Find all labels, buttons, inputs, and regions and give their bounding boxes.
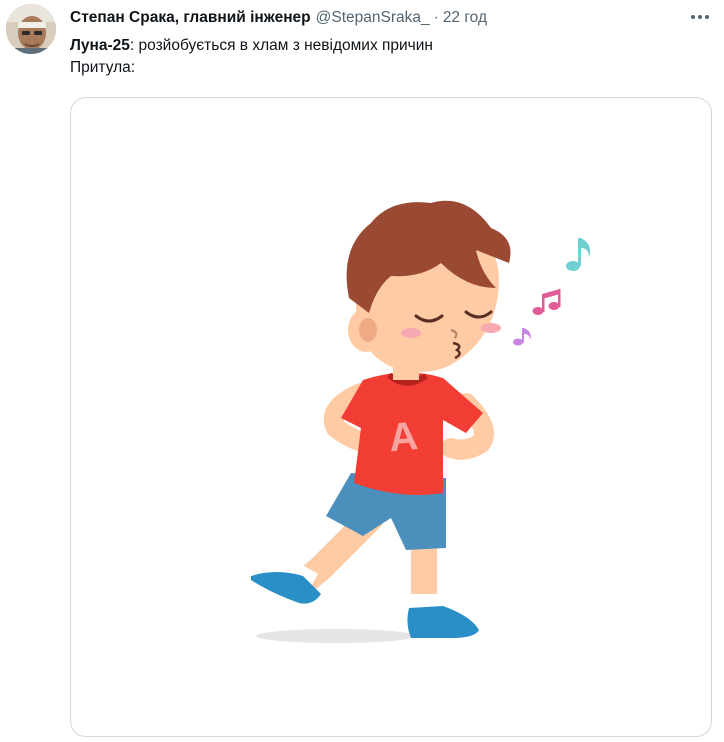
right-shoe	[407, 606, 479, 638]
timestamp[interactable]: 22 год	[443, 9, 487, 27]
note-purple	[513, 328, 531, 346]
ear-inner	[359, 318, 377, 342]
avatar-image	[6, 4, 56, 54]
right-sock	[411, 594, 439, 606]
tweet-text-rest: : розйобується в хлам з невідомих причин	[129, 37, 433, 54]
note-pink	[532, 289, 561, 315]
ground-shadow	[256, 629, 416, 643]
tweet-text-line-1: Луна-25: розйобується в хлам з невідомих…	[70, 35, 710, 57]
media-illustration: A	[251, 200, 590, 643]
author-name[interactable]: Степан Срака, главний інженер	[70, 9, 311, 27]
tweet-text: Луна-25: розйобується в хлам з невідомих…	[70, 35, 710, 79]
right-cheek	[481, 323, 501, 333]
tweet-text-bold: Луна-25	[70, 37, 130, 54]
avatar[interactable]	[6, 4, 56, 54]
shirt-letter: A	[387, 414, 420, 460]
separator-dot: ·	[433, 9, 439, 26]
author-handle[interactable]: @StepanSraka_	[316, 9, 430, 27]
left-cheek	[401, 328, 421, 338]
more-options-button[interactable]	[688, 5, 712, 29]
tweet[interactable]: Степан Срака, главний інженер @StepanSra…	[0, 0, 724, 742]
note-teal	[566, 238, 590, 271]
more-horizontal-icon	[691, 15, 709, 19]
tweet-text-line-2: Притула:	[70, 59, 136, 76]
tweet-header: Степан Срака, главний інженер @StepanSra…	[70, 8, 487, 28]
tweet-media[interactable]: A	[70, 97, 712, 737]
